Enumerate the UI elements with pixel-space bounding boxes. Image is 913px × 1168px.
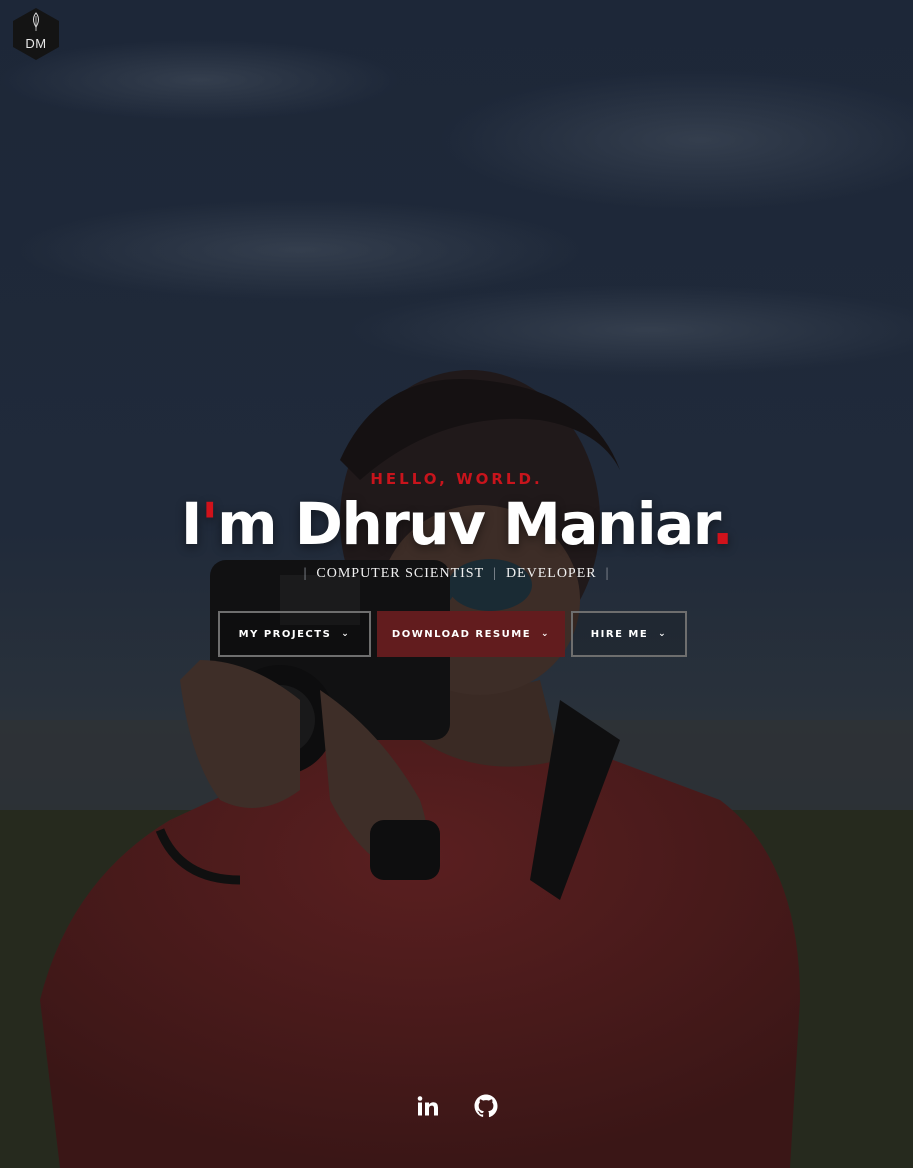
- hero-greeting: HELLO, WORLD.: [370, 470, 543, 488]
- my-projects-button[interactable]: MY PROJECTS ⌄: [218, 611, 371, 657]
- role-separator: |: [493, 566, 497, 581]
- hire-me-button[interactable]: HIRE ME ⌄: [571, 611, 687, 657]
- name-period: .: [711, 490, 734, 558]
- hero-section: DM HELLO, WORLD. I'm Dhruv Maniar. | COMP…: [0, 0, 913, 1168]
- role-item: DEVELOPER: [505, 566, 597, 581]
- hexagon-logo-icon: [13, 8, 59, 60]
- hero-buttons: MY PROJECTS ⌄ DOWNLOAD RESUME ⌄ HIRE ME …: [218, 611, 687, 657]
- role-separator: |: [605, 566, 610, 581]
- github-link[interactable]: [474, 1094, 498, 1118]
- hero-name: I'm Dhruv Maniar.: [0, 490, 913, 558]
- role-item: COMPUTER SCIENTIST: [316, 566, 485, 581]
- linkedin-icon: [417, 1096, 438, 1116]
- download-resume-button[interactable]: DOWNLOAD RESUME ⌄: [377, 611, 565, 657]
- github-icon: [474, 1094, 498, 1118]
- button-label: HIRE ME: [590, 628, 649, 640]
- hero-roles: | COMPUTER SCIENTIST | DEVELOPER |: [0, 566, 913, 582]
- linkedin-link[interactable]: [416, 1094, 440, 1118]
- button-label: MY PROJECTS: [238, 628, 332, 640]
- social-links: [0, 1094, 913, 1118]
- name-apostrophe: ': [200, 490, 219, 558]
- hero-dark-overlay: [0, 0, 913, 1168]
- name-main: m Dhruv Maniar: [217, 490, 713, 558]
- name-prefix: I: [180, 490, 203, 558]
- role-separator: |: [303, 566, 308, 581]
- button-label: DOWNLOAD RESUME: [391, 628, 532, 640]
- site-logo[interactable]: DM: [12, 7, 60, 61]
- chevron-down-icon: ⌄: [541, 629, 551, 639]
- chevron-down-icon: ⌄: [341, 629, 351, 639]
- chevron-down-icon: ⌄: [658, 629, 668, 639]
- logo-text: DM: [25, 36, 47, 51]
